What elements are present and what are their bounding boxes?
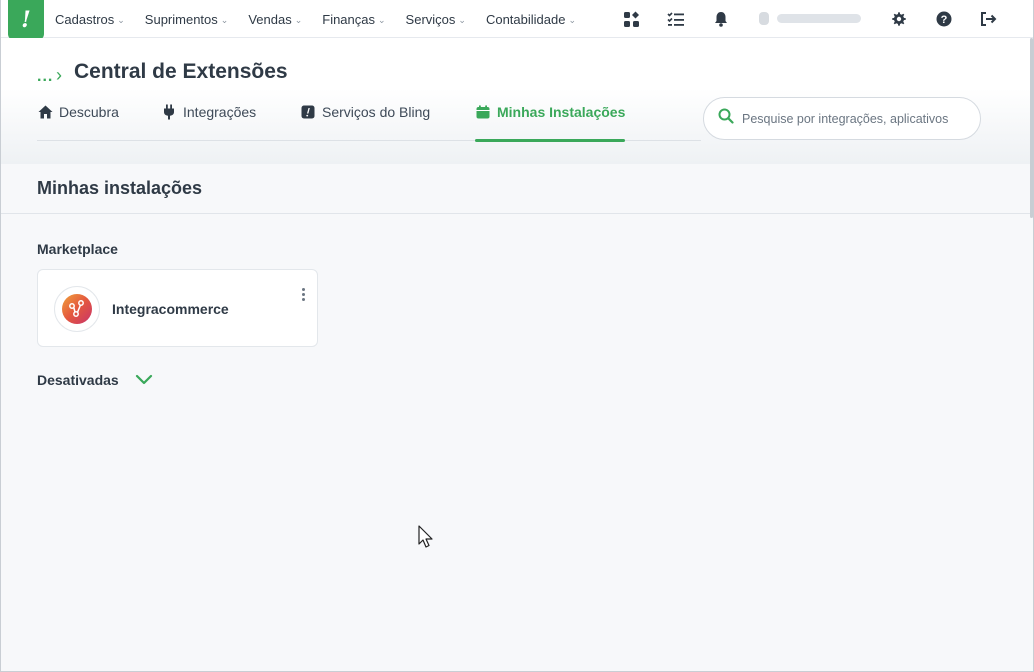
integracommerce-logo-icon: [54, 286, 100, 332]
section-title: Minhas instalações: [37, 178, 203, 198]
tasks-list-icon[interactable]: [666, 9, 686, 29]
help-icon[interactable]: ?: [934, 9, 954, 29]
menu-financas[interactable]: Finanças ⌄: [322, 12, 385, 27]
kebab-menu-icon[interactable]: [296, 286, 310, 302]
bling-icon: [300, 104, 316, 120]
main-menu: Cadastros ⌄ Suprimentos ⌄ Vendas ⌄ Finanças…: [55, 0, 596, 38]
bling-logo[interactable]: !: [8, 0, 44, 40]
svg-text:?: ?: [941, 14, 948, 26]
group-label-marketplace: Marketplace: [37, 241, 118, 257]
logout-icon[interactable]: [979, 9, 999, 29]
menu-suprimentos[interactable]: Suprimentos ⌄: [145, 12, 229, 27]
search-input[interactable]: [742, 111, 952, 126]
chevron-down-icon: ⌄: [458, 14, 466, 25]
tab-integracoes[interactable]: Integrações: [161, 104, 256, 141]
gear-icon[interactable]: [889, 9, 909, 29]
section-header: Minhas instalações: [1, 164, 1033, 214]
disabled-label: Desativadas: [37, 372, 119, 388]
page-title: Central de Extensões: [74, 60, 288, 83]
tab-descubra[interactable]: Descubra: [37, 104, 119, 141]
tab-bar: Descubra Integrações Serviços do Bling M…: [37, 100, 701, 142]
tab-minhas-instalacoes[interactable]: Minhas Instalações: [475, 104, 626, 142]
search-box: [703, 97, 981, 140]
breadcrumb-ellipsis[interactable]: ...: [37, 68, 53, 86]
disabled-section-toggle[interactable]: Desativadas: [37, 372, 153, 388]
menu-cadastros[interactable]: Cadastros ⌄: [55, 12, 125, 27]
chevron-down-icon: ⌄: [117, 14, 125, 25]
menu-vendas[interactable]: Vendas ⌄: [248, 12, 302, 27]
plug-icon: [161, 104, 177, 120]
user-account[interactable]: [759, 11, 865, 25]
home-icon: [37, 104, 53, 120]
chevron-down-icon: ⌄: [378, 14, 386, 25]
chevron-down-icon: ⌄: [220, 14, 229, 25]
scrollbar[interactable]: [1030, 38, 1033, 218]
chevron-down-icon: ⌄: [294, 14, 303, 25]
calendar-icon: [475, 104, 491, 120]
installed-app-card[interactable]: Integracommerce: [37, 269, 318, 347]
menu-contabilidade[interactable]: Contabilidade ⌄: [486, 12, 576, 27]
app-name: Integracommerce: [112, 301, 229, 317]
mouse-cursor-icon: [418, 525, 433, 548]
top-navigation: ! Cadastros ⌄ Suprimentos ⌄ Vendas ⌄ Finanç…: [1, 0, 1033, 40]
tab-servicos-do-bling[interactable]: Serviços do Bling: [300, 104, 430, 141]
apps-grid-icon[interactable]: [621, 9, 641, 29]
chevron-down-icon: [135, 374, 152, 385]
search-icon: [718, 108, 734, 129]
chevron-down-icon: ⌄: [568, 14, 577, 25]
user-name-blurred: [777, 13, 861, 23]
avatar: [759, 11, 769, 25]
breadcrumb-separator: ›: [56, 65, 62, 85]
page-header: ... › Central de Extensões Descubra Inte…: [1, 38, 1033, 164]
menu-servicos[interactable]: Serviços ⌄: [406, 12, 466, 27]
bell-icon[interactable]: [711, 9, 731, 29]
